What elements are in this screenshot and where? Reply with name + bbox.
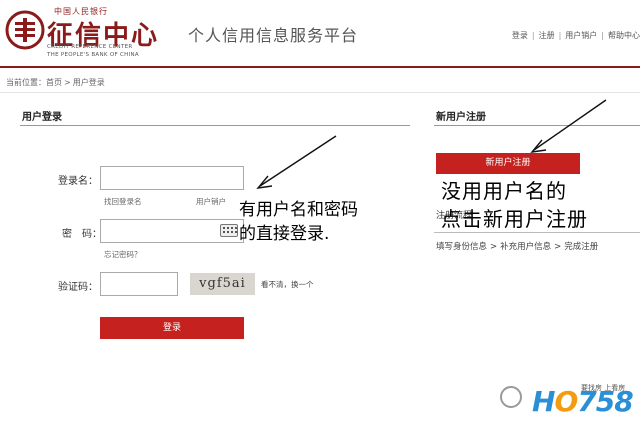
- watermark-brand-h: H: [532, 385, 555, 418]
- username-label: 登录名：: [58, 176, 98, 187]
- top-nav-divider: |: [531, 31, 535, 40]
- logo-english-line-2: THE PEOPLE'S BANK OF CHINA: [47, 52, 139, 58]
- top-link-deregister[interactable]: 用户销户: [565, 30, 597, 41]
- top-nav: 登录 | 注册 | 用户销户 | 帮助中心: [512, 30, 640, 41]
- annotation-left: 有用户名和密码 的直接登录.: [239, 198, 358, 246]
- register-step-separator: >: [554, 242, 562, 252]
- login-button[interactable]: 登录: [100, 317, 244, 339]
- register-step: 填写身份信息: [436, 242, 488, 252]
- captcha-input[interactable]: [100, 272, 178, 296]
- top-nav-divider: |: [558, 31, 562, 40]
- annotation-left-line-2: 的直接登录.: [239, 224, 330, 244]
- top-link-help[interactable]: 帮助中心: [608, 30, 640, 41]
- login-panel-divider: [20, 125, 410, 126]
- annotation-right-line-2: 点击新用户注册: [441, 207, 588, 231]
- forgot-password-link[interactable]: 忘记密码？: [104, 249, 142, 260]
- arrow-to-register-button: [530, 99, 607, 153]
- register-step-separator: >: [490, 242, 498, 252]
- annotation-right-line-1: 没用用户名的: [441, 179, 567, 203]
- site-header: 中国人民银行 征信中心 CREDIT REFERENCE CENTER THE …: [0, 0, 640, 66]
- find-login-name-link[interactable]: 找回登录名: [104, 196, 142, 207]
- captcha-label: 验证码：: [58, 282, 98, 293]
- captcha-refresh-link[interactable]: 看不清，换一个: [261, 279, 314, 290]
- arrow-to-login-form: [256, 135, 337, 189]
- breadcrumb-separator: >: [64, 78, 71, 87]
- password-label: 密 码：: [62, 229, 102, 240]
- breadcrumb-current: 用户登录: [72, 78, 105, 87]
- top-nav-divider: |: [601, 31, 604, 40]
- new-user-register-button[interactable]: 新用户注册: [436, 153, 580, 174]
- logo-english-line-1: CREDIT REFERENCE CENTER: [47, 44, 133, 50]
- pbc-seal-icon: [5, 10, 45, 50]
- register-steps: 填写身份信息 > 补充用户信息 > 完成注册: [436, 240, 598, 252]
- breadcrumb-home[interactable]: 首页: [46, 78, 62, 87]
- login-panel-title: 用户登录: [22, 112, 62, 123]
- register-step: 补充用户信息: [500, 242, 552, 252]
- register-step: 完成注册: [564, 242, 599, 252]
- register-panel-divider: [434, 125, 640, 126]
- deregister-link[interactable]: 用户销户: [196, 196, 226, 207]
- username-input[interactable]: [100, 166, 244, 190]
- annotation-left-line-1: 有用户名和密码: [239, 200, 358, 220]
- register-panel-title: 新用户注册: [436, 112, 486, 123]
- top-link-register[interactable]: 注册: [539, 30, 555, 41]
- breadcrumb-prefix: 当前位置：: [6, 78, 46, 87]
- watermark-brand-o: O: [554, 385, 578, 418]
- top-link-login[interactable]: 登录: [512, 30, 528, 41]
- watermark-tagline: 要找房 上看房: [581, 384, 626, 392]
- captcha-image[interactable]: vgf5ai: [190, 273, 255, 295]
- breadcrumb: 当前位置：首页 > 用户登录: [6, 77, 105, 88]
- platform-title: 个人信用信息服务平台: [188, 26, 359, 45]
- soft-keyboard-icon[interactable]: [220, 224, 238, 237]
- header-divider: [0, 66, 640, 68]
- wechat-watermark-icon: [500, 386, 522, 408]
- annotation-right: 没用用户名的 点击新用户注册: [441, 177, 588, 233]
- breadcrumb-divider: [0, 92, 640, 93]
